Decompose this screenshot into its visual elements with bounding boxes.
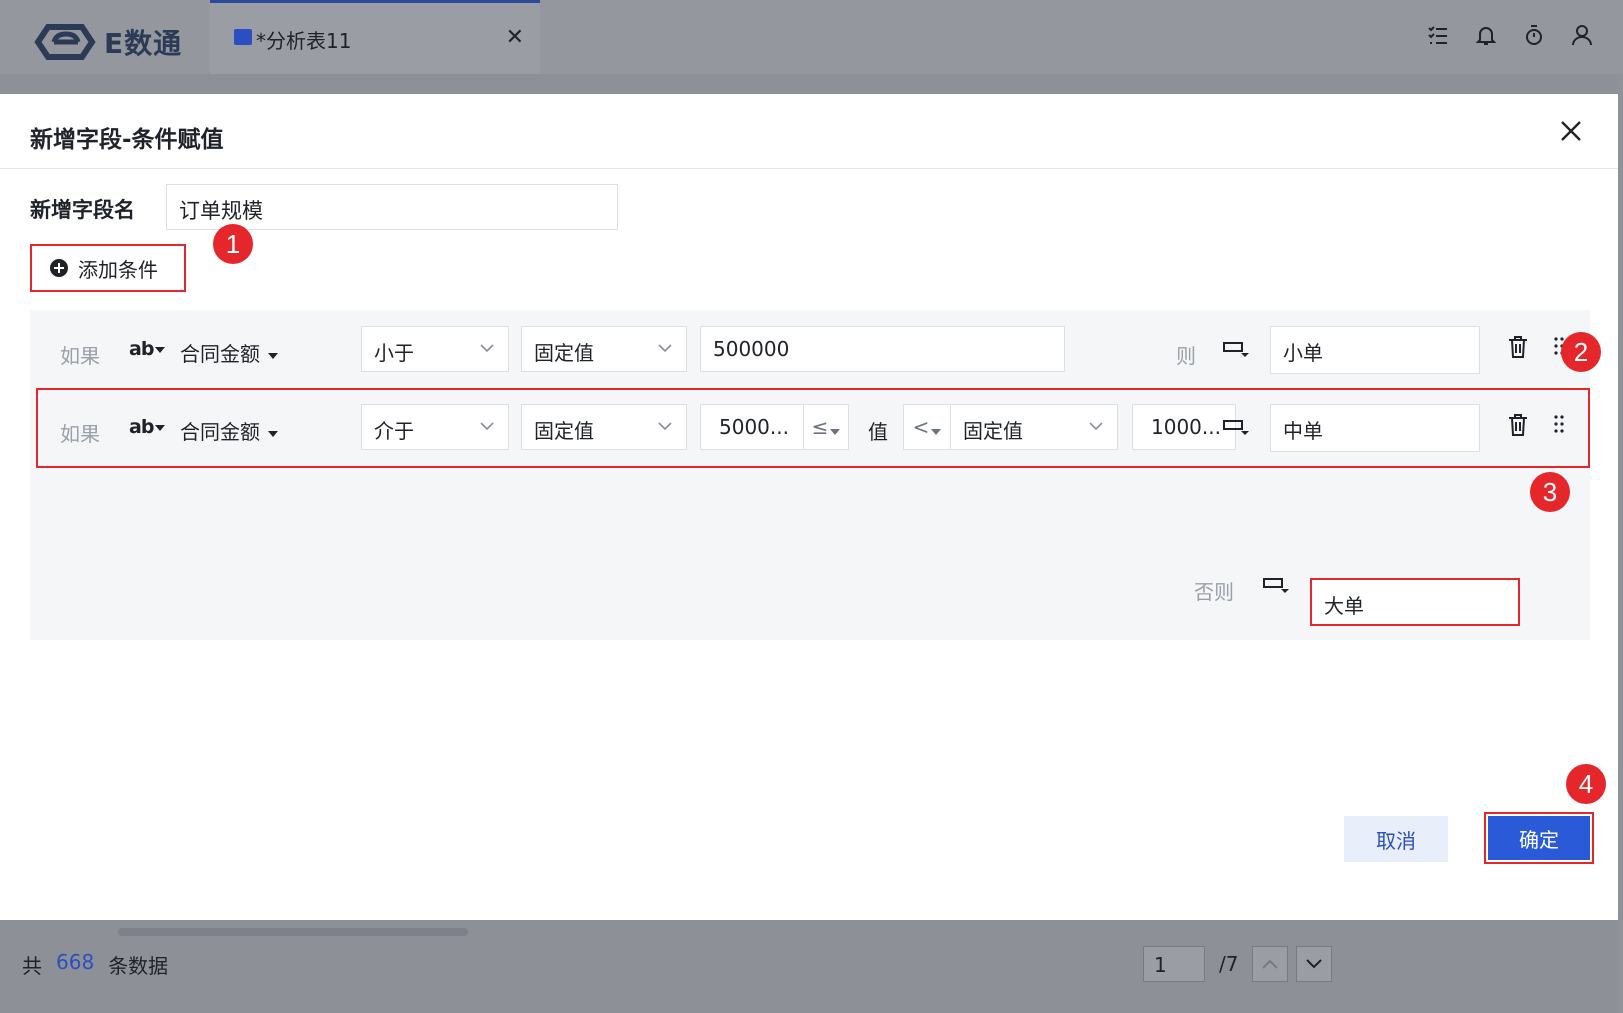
operator-select[interactable]: 介于 [361,404,509,450]
chevron-down-icon [1089,422,1103,431]
condition-row: 如果 ab 合同金额 介于 固定值 5000... ≤ 值 < 固定值 1000… [30,400,1590,460]
field-type-toggle[interactable]: ab [129,338,166,360]
value-word: 值 [868,420,888,444]
annotation-badge-2: 2 [1561,332,1601,372]
count-number: 668 [56,950,95,974]
value-mode-icon[interactable] [1223,340,1249,358]
chevron-down-icon [1306,959,1323,969]
result-input[interactable]: 中单 [1270,404,1480,452]
value-input[interactable]: 500000 [700,326,1065,372]
annotation-badge-3: 3 [1530,472,1570,512]
value-type-value: 固定值 [534,341,594,365]
trash-icon[interactable] [1507,334,1529,360]
condition-area: 如果 ab 合同金额 小于 固定值 500000 则 小单 如果 ab 合同金额 [30,310,1590,640]
header-toolbar [1427,24,1593,46]
tab-label: *分析表11 [256,29,352,53]
value-mode-icon[interactable] [1223,418,1249,436]
field-select-label: 合同金额 [180,420,260,444]
prev-page-button[interactable] [1252,946,1289,982]
dialog-title: 新增字段-条件赋值 [30,127,224,153]
cancel-button[interactable]: 取消 [1344,816,1448,862]
logo-icon [34,24,96,60]
pagination: 1 /7 [1143,946,1333,982]
add-condition-label: 添加条件 [78,257,158,282]
operator-value: 小于 [374,341,414,365]
app-logo: E数通 [34,22,182,62]
logo-text: E数通 [104,27,183,60]
chevron-down-icon [480,344,494,353]
count-suffix: 条数据 [108,954,169,978]
caret-down-icon [155,424,166,431]
chevron-down-icon [658,344,672,353]
result-input[interactable]: 小单 [1270,326,1480,374]
field-select[interactable]: 合同金额 [180,338,278,367]
caret-down-icon [155,346,166,353]
next-page-button[interactable] [1296,946,1333,982]
caret-down-icon [830,429,841,435]
high-value-type-value: 固定值 [963,419,1023,443]
caret-down-icon [931,429,942,435]
confirm-button[interactable]: 确定 [1488,816,1590,860]
page-input[interactable]: 1 [1143,946,1205,982]
high-value-type-select[interactable]: 固定值 [950,404,1118,450]
conditional-field-dialog: 新增字段-条件赋值 新增字段名 订单规模 添加条件 1 如果 ab 合同金额 小… [0,94,1618,920]
value-mode-icon[interactable] [1263,576,1289,594]
field-type-label: ab [129,338,154,360]
low-operator-select[interactable]: ≤ [803,404,849,450]
app-header: E数通 *分析表11 ✕ [0,0,1623,74]
chart-icon [234,29,252,45]
drag-handle-icon[interactable] [1554,414,1564,434]
value-type-value: 固定值 [534,419,594,443]
field-select-label: 合同金额 [180,342,260,366]
field-name-label: 新增字段名 [30,198,135,222]
close-tab-icon[interactable]: ✕ [506,25,524,50]
count-prefix: 共 [22,954,42,978]
field-type-toggle[interactable]: ab [129,416,166,438]
else-label: 否则 [1194,580,1234,604]
chevron-down-icon [480,422,494,431]
trash-icon[interactable] [1507,412,1529,438]
field-type-label: ab [129,416,154,438]
else-result-input[interactable]: 大单 [1310,578,1520,626]
record-count: 共 668 条数据 [22,950,168,979]
caret-down-icon [268,430,278,437]
timer-icon[interactable] [1523,24,1545,46]
then-label: 则 [1176,344,1196,368]
if-label: 如果 [60,422,100,446]
value-type-select[interactable]: 固定值 [521,326,687,372]
chevron-up-icon [1262,959,1279,969]
low-value-input[interactable]: 5000... [700,404,804,450]
tab-analysis[interactable]: *分析表11 ✕ [210,0,540,74]
divider [0,168,1618,169]
high-operator-select[interactable]: < [903,404,951,450]
chevron-down-icon [658,422,672,431]
operator-select[interactable]: 小于 [361,326,509,372]
low-operator-value: ≤ [811,415,829,439]
user-icon[interactable] [1571,24,1593,46]
value-type-select[interactable]: 固定值 [521,404,687,450]
annotation-badge-4: 4 [1566,764,1606,804]
annotation-badge-1: 1 [213,224,253,264]
high-operator-value: < [912,415,930,439]
field-select[interactable]: 合同金额 [180,416,278,445]
condition-row: 如果 ab 合同金额 小于 固定值 500000 则 小单 [30,322,1590,382]
caret-down-icon [268,352,278,359]
plus-circle-icon [50,259,68,277]
task-list-icon[interactable] [1427,24,1449,46]
if-label: 如果 [60,344,100,368]
table-scrollbar[interactable] [118,928,468,936]
bell-icon[interactable] [1475,24,1497,46]
page-total: /7 [1219,952,1239,976]
add-condition-button[interactable]: 添加条件 [30,244,186,292]
operator-value: 介于 [374,419,414,443]
close-icon[interactable] [1558,118,1584,144]
high-value-input[interactable]: 1000... [1132,404,1236,450]
